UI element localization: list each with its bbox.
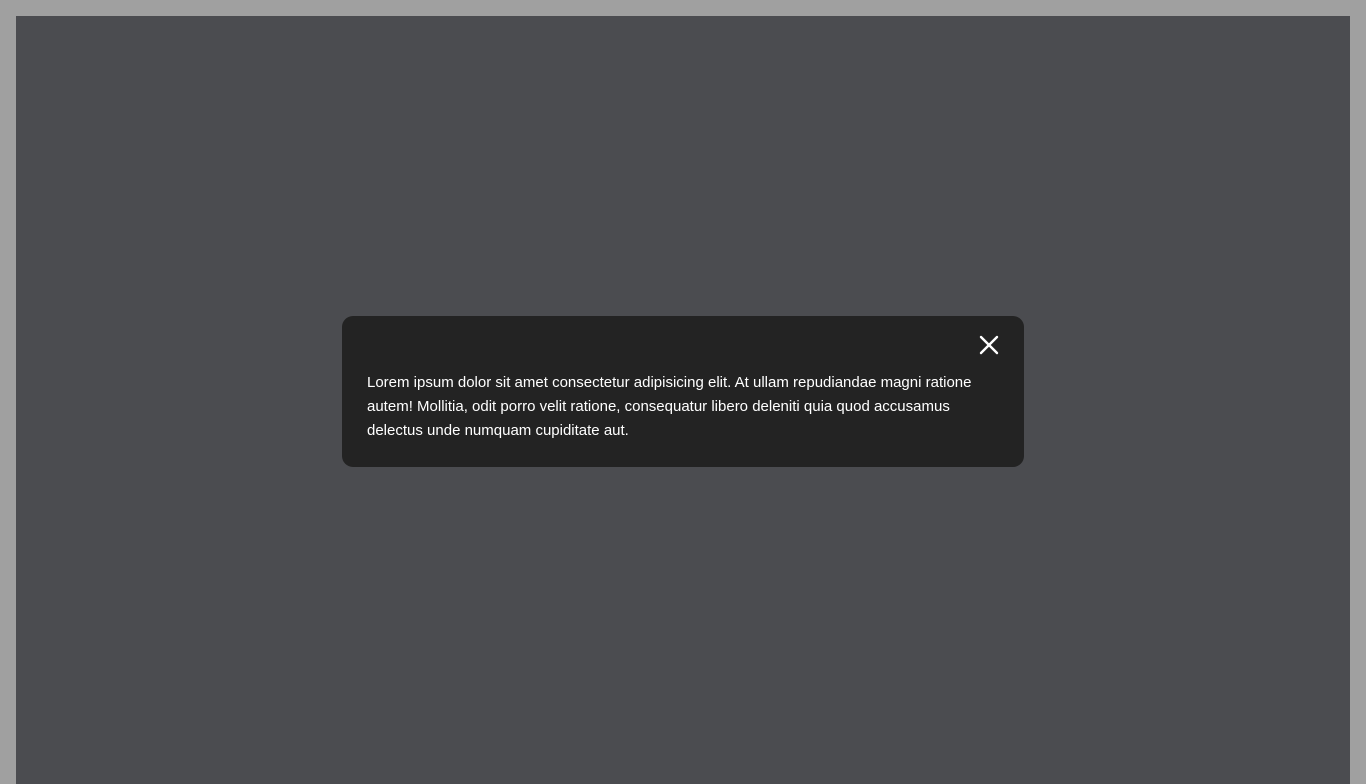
close-button[interactable] (976, 332, 1002, 358)
modal-dialog: Lorem ipsum dolor sit amet consectetur a… (342, 316, 1024, 467)
modal-overlay[interactable]: Lorem ipsum dolor sit amet consectetur a… (16, 16, 1350, 784)
close-icon (979, 335, 999, 355)
modal-body-text: Lorem ipsum dolor sit amet consectetur a… (367, 374, 972, 439)
